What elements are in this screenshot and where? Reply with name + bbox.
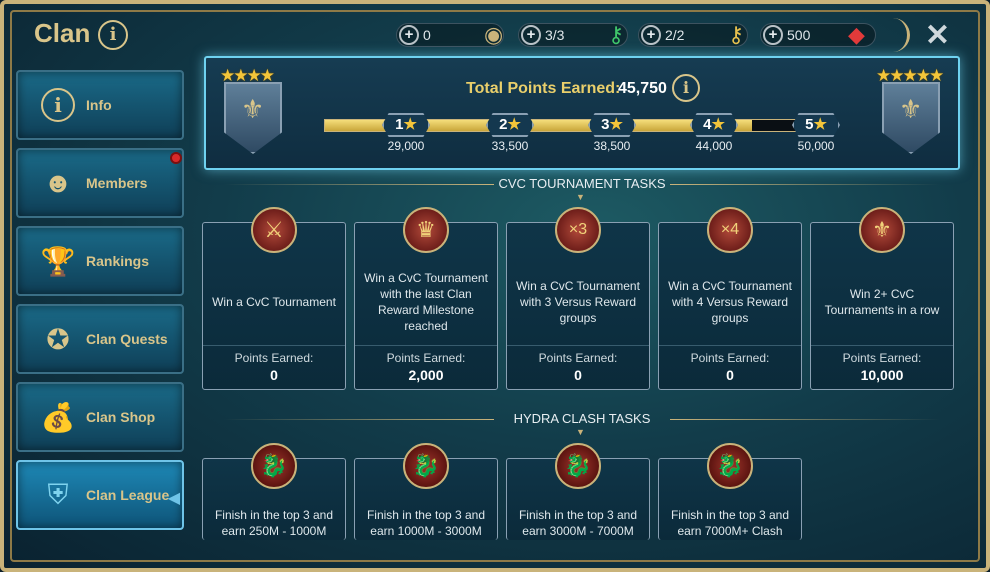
coin-count: 0 bbox=[423, 27, 431, 43]
star-icon: ★ bbox=[813, 116, 827, 133]
sidebar-item-label: Members bbox=[86, 175, 148, 191]
chest-x3-icon: ×3 bbox=[555, 207, 601, 253]
star-icon: ★ bbox=[507, 116, 521, 133]
active-indicator-icon: ◀ bbox=[167, 490, 180, 507]
points-earned-value: 0 bbox=[270, 367, 278, 383]
close-button[interactable]: ✕ bbox=[925, 18, 950, 53]
gold-key-icon: ⚷ bbox=[728, 22, 745, 47]
add-ruby-button[interactable]: + bbox=[763, 25, 783, 45]
chest-x4-icon: ×4 bbox=[707, 207, 753, 253]
cvc-section-header: CVC TOURNAMENT TASKS ▼ bbox=[204, 176, 960, 202]
sidebar-item-clan-quests[interactable]: ✪ Clan Quests bbox=[16, 304, 184, 374]
milestone-2: 2★ 33,500 bbox=[480, 113, 540, 163]
hydra-icon: 🐉 bbox=[251, 443, 297, 489]
add-gold-key-button[interactable]: + bbox=[641, 25, 661, 45]
trophy-icon: ♛ bbox=[403, 207, 449, 253]
green-key-icon: ⚷ bbox=[608, 22, 625, 47]
task-description: Win a CvC Tournament with the last Clan … bbox=[364, 271, 488, 333]
milestone-1: 1★ 29,000 bbox=[376, 113, 436, 163]
money-bag-icon: 💰 bbox=[40, 401, 76, 433]
hydra-task-card-4[interactable]: 🐉 Finish in the top 3 and earn 7000M+ Cl… bbox=[658, 443, 802, 540]
sidebar-item-clan-shop[interactable]: 💰 Clan Shop bbox=[16, 382, 184, 452]
medal-icon: ✪ bbox=[46, 323, 70, 355]
hydra-icon: 🐉 bbox=[555, 443, 601, 489]
hydra-task-card-1[interactable]: 🐉 Finish in the top 3 and earn 250M - 10… bbox=[202, 443, 346, 540]
gold-key-count: 2/2 bbox=[665, 27, 685, 43]
add-green-key-button[interactable]: + bbox=[521, 25, 541, 45]
bow-icon bbox=[880, 18, 910, 52]
clan-info-button[interactable]: i bbox=[98, 20, 128, 50]
members-icon: ☻ bbox=[43, 167, 73, 198]
sidebar: i Info ☻ Members 🏆 Rankings ✪ Clan Quest… bbox=[16, 70, 188, 538]
green-key-count: 3/3 bbox=[545, 27, 565, 43]
page-title: Clan bbox=[34, 18, 91, 48]
cvc-section-title: CVC TOURNAMENT TASKS bbox=[498, 176, 666, 191]
points-earned-value: 2,000 bbox=[408, 367, 444, 383]
trophy-icon: 🏆 bbox=[40, 245, 76, 277]
sidebar-item-label: Info bbox=[86, 97, 112, 113]
task-description: Win 2+ CvC Tournaments in a row bbox=[824, 287, 940, 317]
crown-icon: ⚜ bbox=[859, 207, 905, 253]
ruby-icon: ◆ bbox=[848, 22, 865, 47]
points-earned-label: Points Earned: bbox=[842, 351, 922, 365]
armor-icon: ⚔ bbox=[251, 207, 297, 253]
task-description: Win a CvC Tournament with 4 Versus Rewar… bbox=[668, 279, 792, 325]
cvc-task-card-2[interactable]: ♛ Win a CvC Tournament with the last Cla… bbox=[354, 207, 498, 390]
notification-badge bbox=[170, 152, 182, 164]
shield-stars: ★★★★ bbox=[220, 66, 275, 85]
cvc-task-card-1[interactable]: ⚔ Win a CvC Tournament Points Earned: 0 bbox=[202, 207, 346, 390]
sidebar-item-info[interactable]: i Info bbox=[16, 70, 184, 140]
points-earned-label: Points Earned: bbox=[386, 351, 466, 365]
task-description: Win a CvC Tournament bbox=[212, 295, 336, 309]
sidebar-item-label: Clan Shop bbox=[86, 409, 156, 425]
top-bar: Clan i + 0 ◉ + 3/3 ⚷ + 2/2 ⚷ + 500 ◆ ✕ bbox=[10, 10, 980, 54]
points-panel: ⚜ ★★★★ ⚜ ★★★★★ Total Points Earned: 45,7… bbox=[204, 56, 960, 170]
sidebar-item-label: Rankings bbox=[86, 253, 150, 269]
points-earned-label: Points Earned: bbox=[690, 351, 770, 365]
star-icon: ★ bbox=[711, 116, 725, 133]
hydra-task-card-3[interactable]: 🐉 Finish in the top 3 and earn 3000M - 7… bbox=[506, 443, 650, 540]
add-coin-button[interactable]: + bbox=[399, 25, 419, 45]
hydra-section-header: HYDRA CLASH TASKS ▼ bbox=[204, 411, 960, 437]
task-description: Finish in the top 3 and earn 3000M - 700… bbox=[518, 508, 638, 538]
league-shield-right: ⚜ ★★★★★ bbox=[876, 66, 944, 156]
total-points-label: Total Points Earned: bbox=[466, 80, 621, 97]
milestone-3: 3★ 38,500 bbox=[582, 113, 642, 163]
sidebar-item-members[interactable]: ☻ Members bbox=[16, 148, 184, 218]
task-description: Finish in the top 3 and earn 250M - 1000… bbox=[214, 508, 334, 538]
hydra-icon: 🐉 bbox=[403, 443, 449, 489]
cvc-task-card-4[interactable]: ×4 Win a CvC Tournament with 4 Versus Re… bbox=[658, 207, 802, 390]
task-description: Finish in the top 3 and earn 7000M+ Clas… bbox=[670, 508, 790, 538]
total-points-value: 45,750 bbox=[618, 80, 667, 97]
hydra-section-title: HYDRA CLASH TASKS bbox=[513, 411, 651, 426]
coin-icon: ◉ bbox=[484, 22, 504, 47]
shield-stars: ★★★★★ bbox=[876, 66, 944, 85]
sidebar-item-clan-league[interactable]: ⛨ Clan League ◀ bbox=[16, 460, 184, 530]
sidebar-item-label: Clan League bbox=[86, 487, 170, 503]
hydra-task-card-2[interactable]: 🐉 Finish in the top 3 and earn 1000M - 3… bbox=[354, 443, 498, 540]
info-icon: i bbox=[38, 85, 78, 125]
star-icon: ★ bbox=[609, 116, 623, 133]
points-earned-value: 0 bbox=[574, 367, 582, 383]
points-info-button[interactable]: i bbox=[672, 74, 700, 102]
sidebar-item-rankings[interactable]: 🏆 Rankings bbox=[16, 226, 184, 296]
league-shield-left: ⚜ ★★★★ bbox=[220, 66, 286, 156]
cvc-task-card-5[interactable]: ⚜ Win 2+ CvC Tournaments in a row Points… bbox=[810, 207, 954, 390]
points-earned-value: 0 bbox=[726, 367, 734, 383]
league-shield-icon: ⛨ bbox=[47, 478, 69, 510]
helmet-icon: ⚜ bbox=[241, 94, 265, 124]
milestone-5: 5★ 50,000 bbox=[786, 113, 846, 163]
hydra-icon: 🐉 bbox=[707, 443, 753, 489]
cvc-task-card-3[interactable]: ×3 Win a CvC Tournament with 3 Versus Re… bbox=[506, 207, 650, 390]
task-description: Win a CvC Tournament with 3 Versus Rewar… bbox=[516, 279, 640, 325]
points-earned-label: Points Earned: bbox=[538, 351, 618, 365]
points-earned-value: 10,000 bbox=[860, 367, 904, 383]
milestone-4: 4★ 44,000 bbox=[684, 113, 744, 163]
ruby-count: 500 bbox=[787, 27, 811, 43]
star-icon: ★ bbox=[403, 116, 417, 133]
task-description: Finish in the top 3 and earn 1000M - 300… bbox=[366, 508, 486, 538]
points-earned-label: Points Earned: bbox=[234, 351, 314, 365]
helmet-icon: ⚜ bbox=[899, 94, 923, 124]
sidebar-item-label: Clan Quests bbox=[86, 331, 168, 347]
